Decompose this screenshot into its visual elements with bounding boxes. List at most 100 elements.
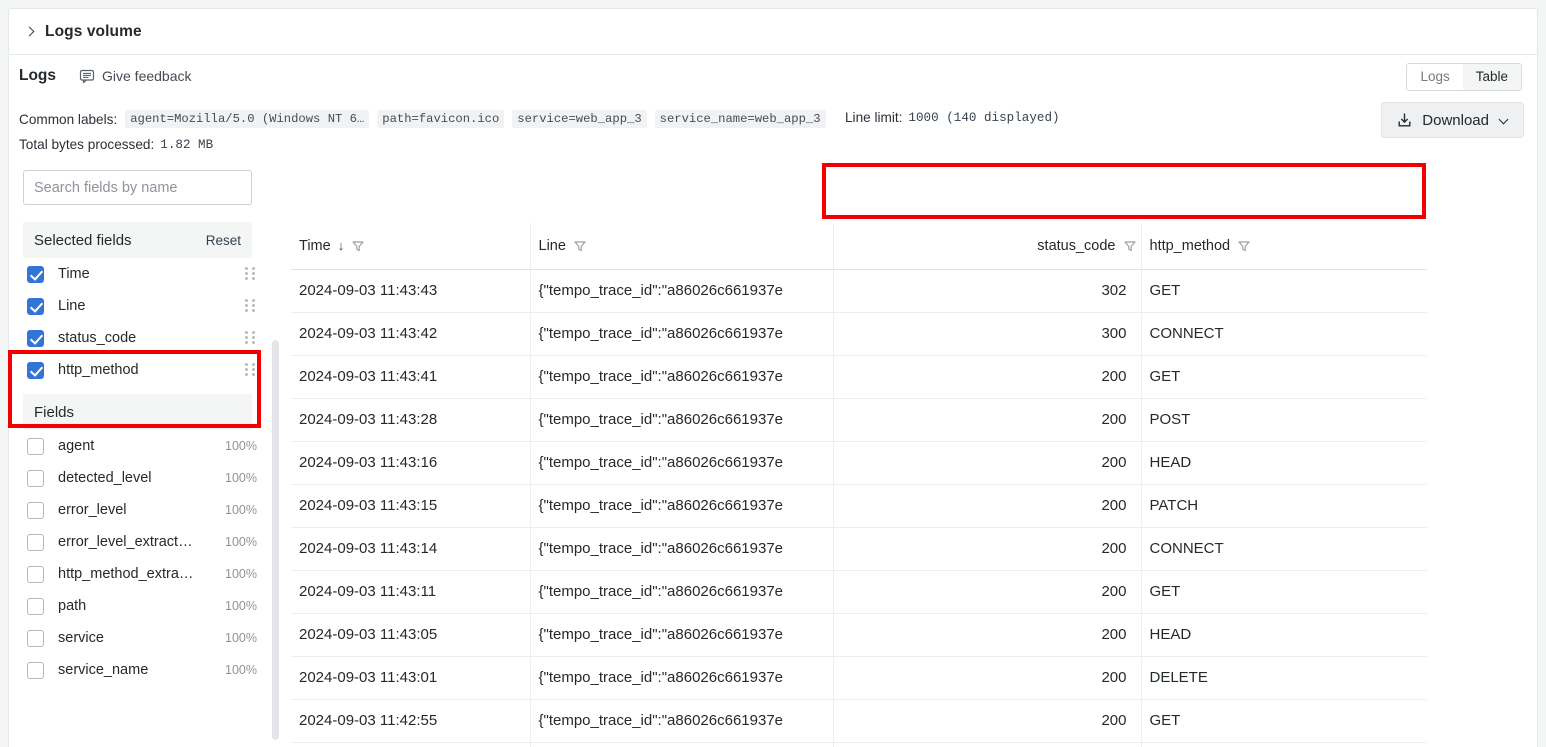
common-labels-label: Common labels: bbox=[19, 111, 118, 127]
field-percent: 100% bbox=[225, 503, 257, 517]
checkbox-http-method-extracted[interactable] bbox=[27, 565, 44, 583]
logs-volume-toggle[interactable]: Logs volume bbox=[9, 23, 142, 41]
field-row-service-name[interactable]: service_name 100% bbox=[23, 654, 268, 686]
give-feedback-link[interactable]: Give feedback bbox=[79, 68, 192, 84]
cell-status-code: 200 bbox=[833, 699, 1142, 743]
search-fields-input[interactable] bbox=[23, 170, 252, 205]
line-limit-row: Line limit: 1000 (140 displayed) bbox=[845, 110, 1060, 125]
table-row[interactable]: 2024-09-03 11:43:43 {"tempo_trace_id":"a… bbox=[291, 269, 1427, 313]
logs-panel: Logs Give feedback Logs Table Common lab… bbox=[8, 55, 1538, 747]
column-header-status-code[interactable]: status_code bbox=[833, 223, 1142, 270]
table-row[interactable]: 2024-09-03 11:43:14 {"tempo_trace_id":"a… bbox=[291, 527, 1427, 571]
table-row[interactable]: 2024-09-03 11:43:11 {"tempo_trace_id":"a… bbox=[291, 570, 1427, 614]
toggle-option-table[interactable]: Table bbox=[1462, 64, 1521, 90]
selected-fields-title: Selected fields bbox=[34, 231, 132, 249]
cell-line: {"tempo_trace_id":"a86026c661937e bbox=[530, 398, 834, 442]
filter-icon[interactable] bbox=[1237, 239, 1251, 253]
fields-sidebar: Selected fields Reset Time Line status_c… bbox=[23, 170, 279, 747]
checkbox-error-level[interactable] bbox=[27, 501, 44, 519]
column-header-http-method[interactable]: http_method bbox=[1141, 223, 1427, 270]
column-header-line-label: Line bbox=[538, 237, 566, 254]
selected-field-row-time[interactable]: Time bbox=[23, 258, 268, 290]
fields-title: Fields bbox=[34, 403, 75, 421]
cell-http-method: PATCH bbox=[1141, 484, 1427, 528]
field-row-error-level-extracted[interactable]: error_level_extract… 100% bbox=[23, 526, 268, 558]
field-row-detected-level[interactable]: detected_level 100% bbox=[23, 462, 268, 494]
checkbox-agent[interactable] bbox=[27, 437, 44, 455]
checkbox-path[interactable] bbox=[27, 597, 44, 615]
cell-time: 2024-09-03 11:43:01 bbox=[291, 656, 531, 700]
cell-status-code: 200 bbox=[833, 355, 1142, 399]
sidebar-scrollbar[interactable] bbox=[272, 340, 279, 740]
checkbox-error-level-extracted[interactable] bbox=[27, 533, 44, 551]
checkbox-detected-level[interactable] bbox=[27, 469, 44, 487]
field-row-agent[interactable]: agent 100% bbox=[23, 430, 268, 462]
field-row-error-level[interactable]: error_level 100% bbox=[23, 494, 268, 526]
reset-button[interactable]: Reset bbox=[206, 233, 241, 248]
table-row[interactable]: 2024-09-03 11:42:55 {"tempo_trace_id":"a… bbox=[291, 699, 1427, 743]
drag-handle-icon[interactable] bbox=[245, 299, 257, 313]
selected-field-row-http-method[interactable]: http_method bbox=[23, 354, 268, 386]
cell-line: {"tempo_trace_id":"a86026c661937e bbox=[530, 355, 834, 399]
drag-handle-icon[interactable] bbox=[245, 331, 257, 345]
cell-time: 2024-09-03 11:43:41 bbox=[291, 355, 531, 399]
checkbox-time[interactable] bbox=[27, 265, 44, 283]
view-mode-toggle[interactable]: Logs Table bbox=[1406, 63, 1522, 91]
checkbox-service[interactable] bbox=[27, 629, 44, 647]
download-label: Download bbox=[1422, 111, 1489, 129]
cell-time: 2024-09-03 11:43:16 bbox=[291, 441, 531, 485]
table-row[interactable]: 2024-09-03 11:43:01 {"tempo_trace_id":"a… bbox=[291, 656, 1427, 700]
field-percent: 100% bbox=[225, 535, 257, 549]
cell-line: {"tempo_trace_id":"a86026c661937e bbox=[530, 742, 834, 747]
cell-time: 2024-09-03 11:42:55 bbox=[291, 699, 531, 743]
download-button[interactable]: Download bbox=[1381, 102, 1524, 138]
field-percent: 100% bbox=[225, 567, 257, 581]
filter-icon[interactable] bbox=[573, 239, 587, 253]
filter-icon[interactable] bbox=[351, 239, 365, 253]
table-body: 2024-09-03 11:43:43 {"tempo_trace_id":"a… bbox=[291, 269, 1427, 747]
cell-http-method: GET bbox=[1141, 269, 1427, 313]
common-label-chip[interactable]: path=favicon.ico bbox=[377, 110, 505, 128]
table-row[interactable]: 2024-09-03 11:43:05 {"tempo_trace_id":"a… bbox=[291, 613, 1427, 657]
field-label: detected_level bbox=[58, 470, 152, 486]
field-label: path bbox=[58, 598, 87, 614]
logs-explore-page: Logs volume Logs Give feedback Logs Tabl… bbox=[0, 0, 1546, 747]
column-header-line[interactable]: Line bbox=[530, 223, 834, 270]
table-row[interactable]: 2024-09-03 11:43:41 {"tempo_trace_id":"a… bbox=[291, 355, 1427, 399]
field-row-path[interactable]: path 100% bbox=[23, 590, 268, 622]
drag-handle-icon[interactable] bbox=[245, 363, 257, 377]
logs-volume-panel[interactable]: Logs volume bbox=[8, 8, 1538, 55]
checkbox-service-name[interactable] bbox=[27, 661, 44, 679]
field-row-service[interactable]: service 100% bbox=[23, 622, 268, 654]
table-row[interactable]: 2024-09-03 11:43:28 {"tempo_trace_id":"a… bbox=[291, 398, 1427, 442]
table-row[interactable]: 2024-09-03 11:43:42 {"tempo_trace_id":"a… bbox=[291, 312, 1427, 356]
selected-fields-header: Selected fields Reset bbox=[23, 222, 252, 258]
field-label: service bbox=[58, 630, 104, 646]
cell-http-method: DELETE bbox=[1141, 656, 1427, 700]
column-header-http-method-label: http_method bbox=[1149, 237, 1231, 254]
toggle-option-logs[interactable]: Logs bbox=[1407, 64, 1462, 90]
drag-handle-icon[interactable] bbox=[245, 267, 257, 281]
selected-field-row-line[interactable]: Line bbox=[23, 290, 268, 322]
table-row[interactable]: 2024-09-03 11:43:16 {"tempo_trace_id":"a… bbox=[291, 441, 1427, 485]
filter-icon[interactable] bbox=[1123, 239, 1137, 253]
total-bytes-value: 1.82 MB bbox=[160, 137, 214, 152]
selected-field-row-status-code[interactable]: status_code bbox=[23, 322, 268, 354]
cell-http-method: CONNECT bbox=[1141, 527, 1427, 571]
field-percent: 100% bbox=[225, 599, 257, 613]
checkbox-http-method[interactable] bbox=[27, 361, 44, 379]
selected-field-label: http_method bbox=[58, 362, 139, 378]
common-label-chip[interactable]: agent=Mozilla/5.0 (Windows NT 6… bbox=[125, 110, 370, 128]
arrow-down-icon[interactable]: ↓ bbox=[338, 238, 345, 253]
field-row-http-method-extracted[interactable]: http_method_extra… 100% bbox=[23, 558, 268, 590]
cell-http-method: GET bbox=[1141, 570, 1427, 614]
common-label-chip[interactable]: service=web_app_3 bbox=[512, 110, 647, 128]
table-row[interactable]: 2024-09-03 11:43:15 {"tempo_trace_id":"a… bbox=[291, 484, 1427, 528]
column-header-time[interactable]: Time ↓ bbox=[291, 223, 531, 270]
table-row[interactable]: 2024-09-03 11:42:47 {"tempo_trace_id":"a… bbox=[291, 742, 1427, 747]
selected-field-label: Line bbox=[58, 298, 86, 314]
common-label-chip[interactable]: service_name=web_app_3 bbox=[654, 110, 826, 128]
cell-time: 2024-09-03 11:43:28 bbox=[291, 398, 531, 442]
checkbox-line[interactable] bbox=[27, 297, 44, 315]
checkbox-status-code[interactable] bbox=[27, 329, 44, 347]
